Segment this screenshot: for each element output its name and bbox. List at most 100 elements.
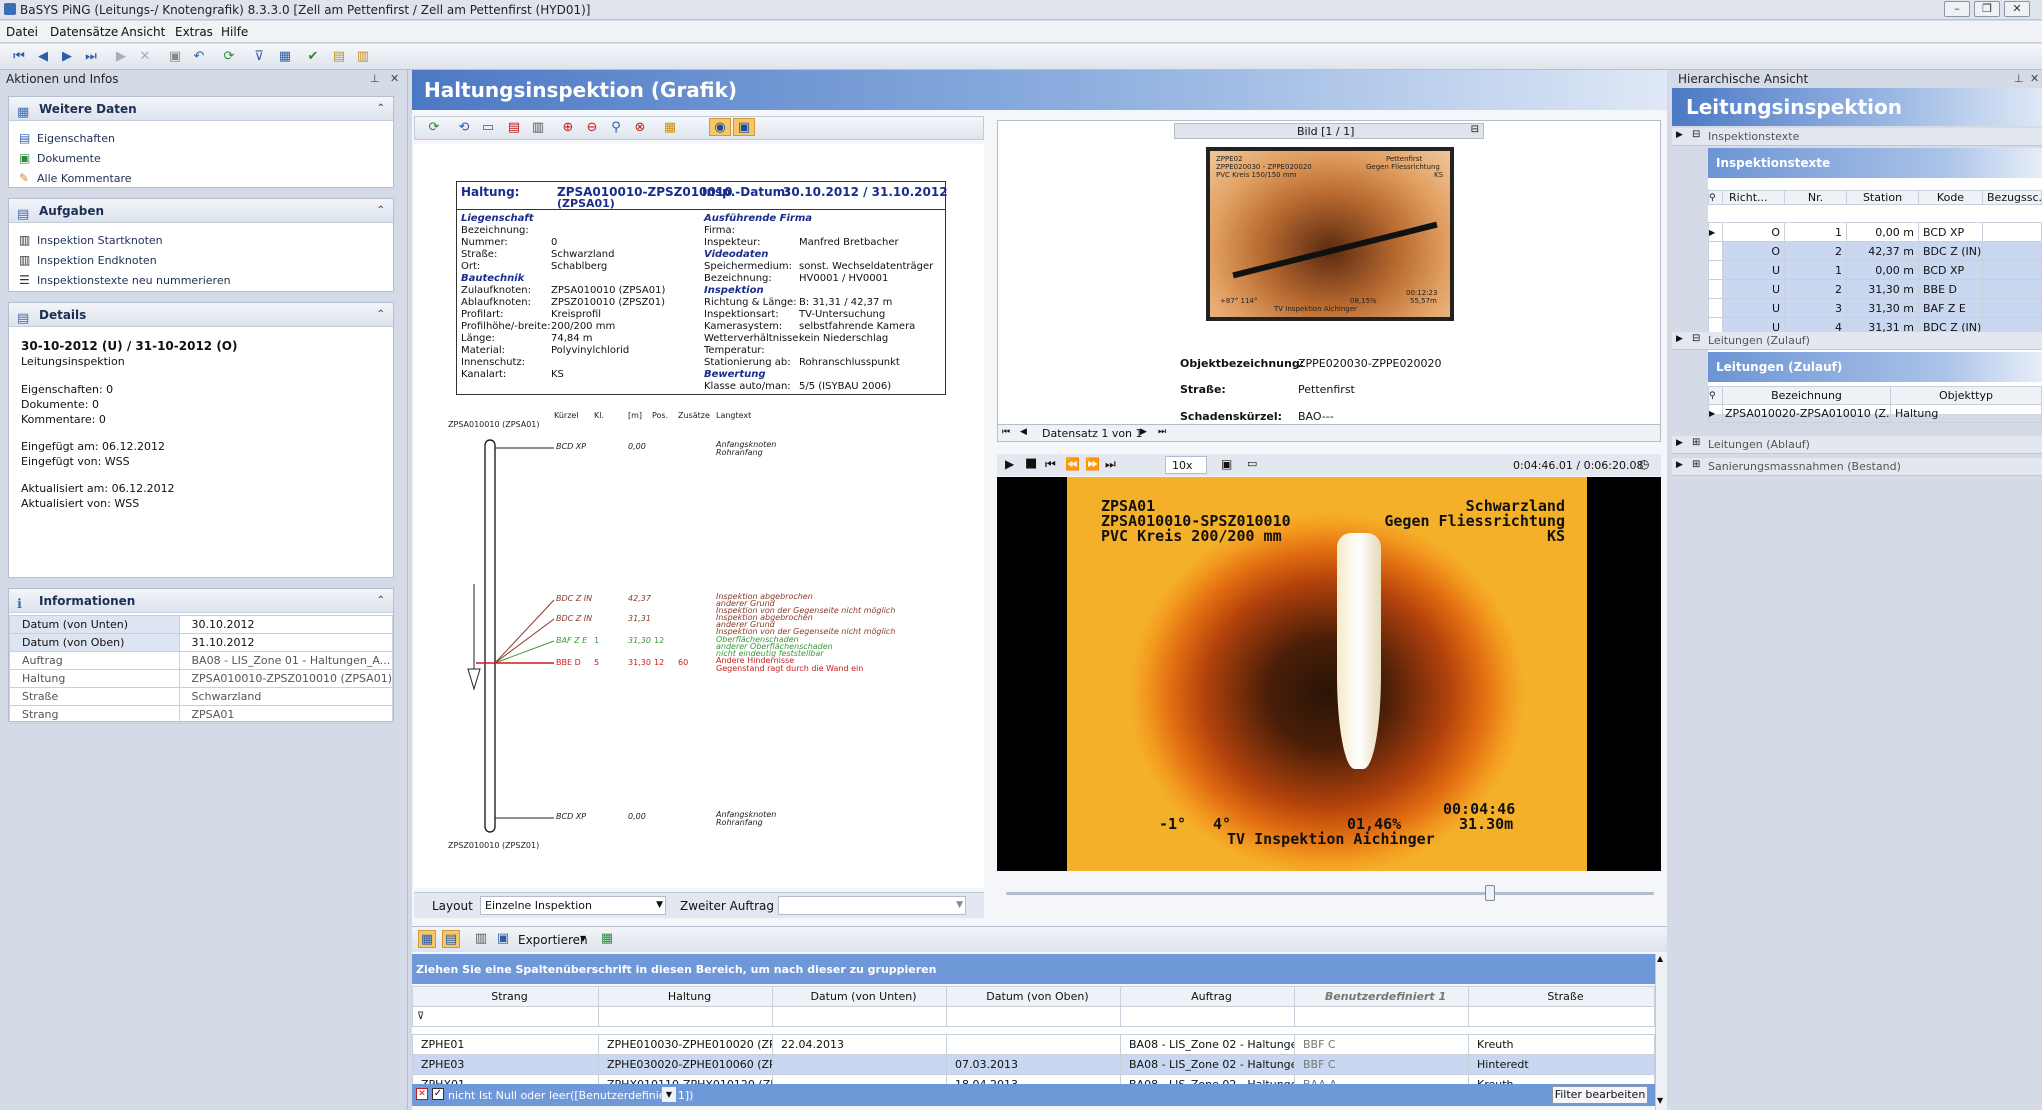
image-toggle-icon[interactable]: ▣ — [733, 118, 755, 136]
column-header[interactable]: Bezeichnung — [1722, 386, 1891, 405]
tree-node-zulauf[interactable]: ▶ ⊟ Leitungen (Zulauf) — [1672, 332, 2042, 350]
skip-end-icon[interactable]: ⏭ — [1105, 457, 1116, 472]
aufgaben-header[interactable]: ▤ Aufgaben ⌃ — [9, 199, 393, 223]
pdf-icon[interactable]: ▤ — [505, 119, 523, 137]
vertical-scrollbar[interactable]: ▲ ▼ — [1655, 954, 1667, 1110]
print-icon[interactable]: ▥ — [472, 930, 490, 948]
column-header[interactable]: Strang — [412, 986, 599, 1007]
video-seek-slider[interactable] — [1006, 884, 1654, 904]
grid-cell[interactable]: Haltung — [1890, 404, 2042, 423]
column-header[interactable]: Datum (von Unten) — [772, 986, 947, 1007]
info-value[interactable]: BA08 - LIS_Zone 01 - Haltungen_A... — [178, 651, 394, 670]
fullscreen-icon[interactable]: ▭ — [1247, 457, 1257, 470]
last-record-icon[interactable]: ⏭ — [1158, 427, 1166, 437]
grid-cell[interactable] — [772, 1054, 947, 1075]
collapse-icon[interactable]: ⌃ — [377, 199, 385, 223]
grid-cell[interactable]: ZPHE030020-ZPHE010060 (ZPH... — [598, 1054, 773, 1075]
maximize-button[interactable]: ❐ — [1974, 1, 2000, 17]
panel-close-icon[interactable]: ✕ — [2030, 72, 2039, 85]
grid-cell[interactable] — [1982, 222, 2042, 242]
undo-icon[interactable]: ↶ — [190, 48, 208, 66]
filter-cell[interactable] — [598, 1006, 773, 1027]
grid-cell[interactable]: BA08 - LIS_Zone 02 - Haltunge... — [1120, 1054, 1295, 1075]
last-record-icon[interactable]: ⏭ — [82, 48, 100, 66]
column-header[interactable]: Haltung — [598, 986, 773, 1007]
minimize-button[interactable]: – — [1944, 1, 1970, 17]
prev-record-icon[interactable]: ◀ — [34, 48, 52, 66]
column-header[interactable]: Richt... — [1722, 190, 1785, 205]
info-value[interactable]: ZPSA010010-ZPSZ010010 (ZPSA01) — [178, 669, 394, 688]
grid-cell[interactable]: BBE D — [1918, 279, 1983, 299]
save-icon[interactable]: ▣ — [166, 48, 184, 66]
next-record-icon[interactable]: ▶ — [1140, 427, 1147, 437]
filter-icon[interactable]: ⊽ — [250, 48, 268, 66]
add-record-icon[interactable]: ▶ — [112, 48, 130, 66]
seek-thumb[interactable] — [1485, 885, 1495, 901]
grid-cell[interactable]: BBF C — [1294, 1034, 1469, 1055]
tree-node-sanierung[interactable]: ▶ ⊞ Sanierungsmassnahmen (Bestand) — [1672, 458, 2042, 476]
grid-cell[interactable]: 42,37 m — [1846, 241, 1919, 261]
grid-cell[interactable]: BBF C — [1294, 1054, 1469, 1075]
column-header[interactable]: Kode — [1918, 190, 1983, 205]
fast-forward-icon[interactable]: ⏩ — [1085, 457, 1100, 471]
grid-cell[interactable] — [946, 1034, 1121, 1055]
grid-view-icon[interactable]: ▦ — [418, 930, 436, 948]
link-kommentare[interactable]: ✎ Alle Kommentare — [19, 171, 132, 185]
info-value[interactable]: 30.10.2012 — [178, 615, 394, 634]
edit-filter-button[interactable]: Filter bearbeiten — [1552, 1086, 1648, 1104]
menu-ansicht[interactable]: Ansicht — [121, 25, 165, 39]
first-record-icon[interactable]: ⏮ — [10, 48, 28, 66]
zoom-fit-icon[interactable]: ⊗ — [631, 119, 649, 137]
grid-icon[interactable]: ▦ — [276, 48, 294, 66]
pin-icon[interactable]: ⊥ — [370, 72, 380, 85]
table-row[interactable]: U 2 31,30 m BBE D — [1708, 279, 2042, 299]
pin-icon[interactable]: ⊥ — [2014, 72, 2024, 85]
table-row[interactable]: ZPHE01ZPHE010030-ZPHE010020 (ZPH...22.04… — [412, 1034, 1655, 1055]
collapse-icon[interactable]: ⌃ — [377, 97, 385, 121]
second-order-select[interactable]: ▼ — [778, 896, 966, 915]
info-value[interactable]: 31.10.2012 — [178, 633, 394, 652]
column-header[interactable]: Bezugssc... — [1982, 190, 2042, 205]
group-by-panel[interactable]: Ziehen Sie eine Spaltenüberschrift in di… — [412, 954, 1655, 984]
weitere-daten-header[interactable]: ▦ Weitere Daten ⌃ — [9, 97, 393, 121]
grid-cell[interactable]: 1 — [1784, 260, 1847, 280]
column-header[interactable]: Auftrag — [1120, 986, 1295, 1007]
prev-record-icon[interactable]: ◀ — [1020, 427, 1027, 437]
info-value[interactable]: Schwarzland — [178, 687, 394, 706]
column-header[interactable]: Datum (von Oben) — [946, 986, 1121, 1007]
grid-cell[interactable]: 3 — [1784, 298, 1847, 318]
card-view-icon[interactable]: ▤ — [442, 930, 460, 948]
grid-cell[interactable]: 07.03.2013 — [946, 1054, 1121, 1075]
column-header[interactable]: Nr. — [1784, 190, 1847, 205]
zoom-out-icon[interactable]: ⊖ — [583, 119, 601, 137]
grid-cell[interactable]: 2 — [1784, 279, 1847, 299]
excel-icon[interactable]: ▦ — [598, 930, 616, 948]
link-eigenschaften[interactable]: ▤ Eigenschaften — [19, 131, 115, 145]
menu-datei[interactable]: Datei — [6, 25, 38, 39]
grid-cell[interactable] — [1982, 279, 2042, 299]
video-player[interactable]: ZPSA01 ZPSA010010-SPSZ010010 PVC Kreis 2… — [997, 477, 1661, 871]
zoom-icon[interactable]: ⚲ — [607, 119, 625, 137]
menu-hilfe[interactable]: Hilfe — [221, 25, 248, 39]
grid-cell[interactable]: 22.04.2013 — [772, 1034, 947, 1055]
grid-cell[interactable]: 31,30 m — [1846, 298, 1919, 318]
grid-cell[interactable]: BCD XP — [1918, 260, 1983, 280]
settings-icon[interactable]: ▦ — [661, 119, 679, 137]
rotate-icon[interactable]: ⟲ — [455, 119, 473, 137]
chevron-down-icon[interactable]: ▼ — [662, 1087, 676, 1102]
grid-cell[interactable]: Kreuth — [1468, 1034, 1655, 1055]
grid-cell[interactable]: ZPSA010020-ZPSA010010 (Z... — [1722, 404, 1891, 423]
grid-cell[interactable]: BA08 - LIS_Zone 02 - Haltunge... — [1120, 1034, 1295, 1055]
link-dokumente[interactable]: ▣ Dokumente — [19, 151, 101, 165]
table-row[interactable]: U 3 31,30 m BAF Z E — [1708, 298, 2042, 318]
grid-cell[interactable]: ZPHE010030-ZPHE010020 (ZPH... — [598, 1034, 773, 1055]
layout-select[interactable]: Einzelne Inspektion ▼ — [480, 896, 666, 915]
grid-cell[interactable]: ZPHE01 — [412, 1034, 599, 1055]
column-header[interactable]: Straße — [1468, 986, 1655, 1007]
tree-node-ablauf[interactable]: ▶ ⊞ Leitungen (Ablauf) — [1672, 436, 2042, 454]
column-header[interactable]: Station — [1846, 190, 1919, 205]
speed-stepper[interactable]: 10x — [1165, 456, 1207, 474]
menu-datensaetze[interactable]: Datensätze — [50, 25, 118, 39]
export-button[interactable]: Exportieren — [518, 933, 588, 947]
table-row[interactable]: O 2 42,37 m BDC Z (IN) — [1708, 241, 2042, 261]
